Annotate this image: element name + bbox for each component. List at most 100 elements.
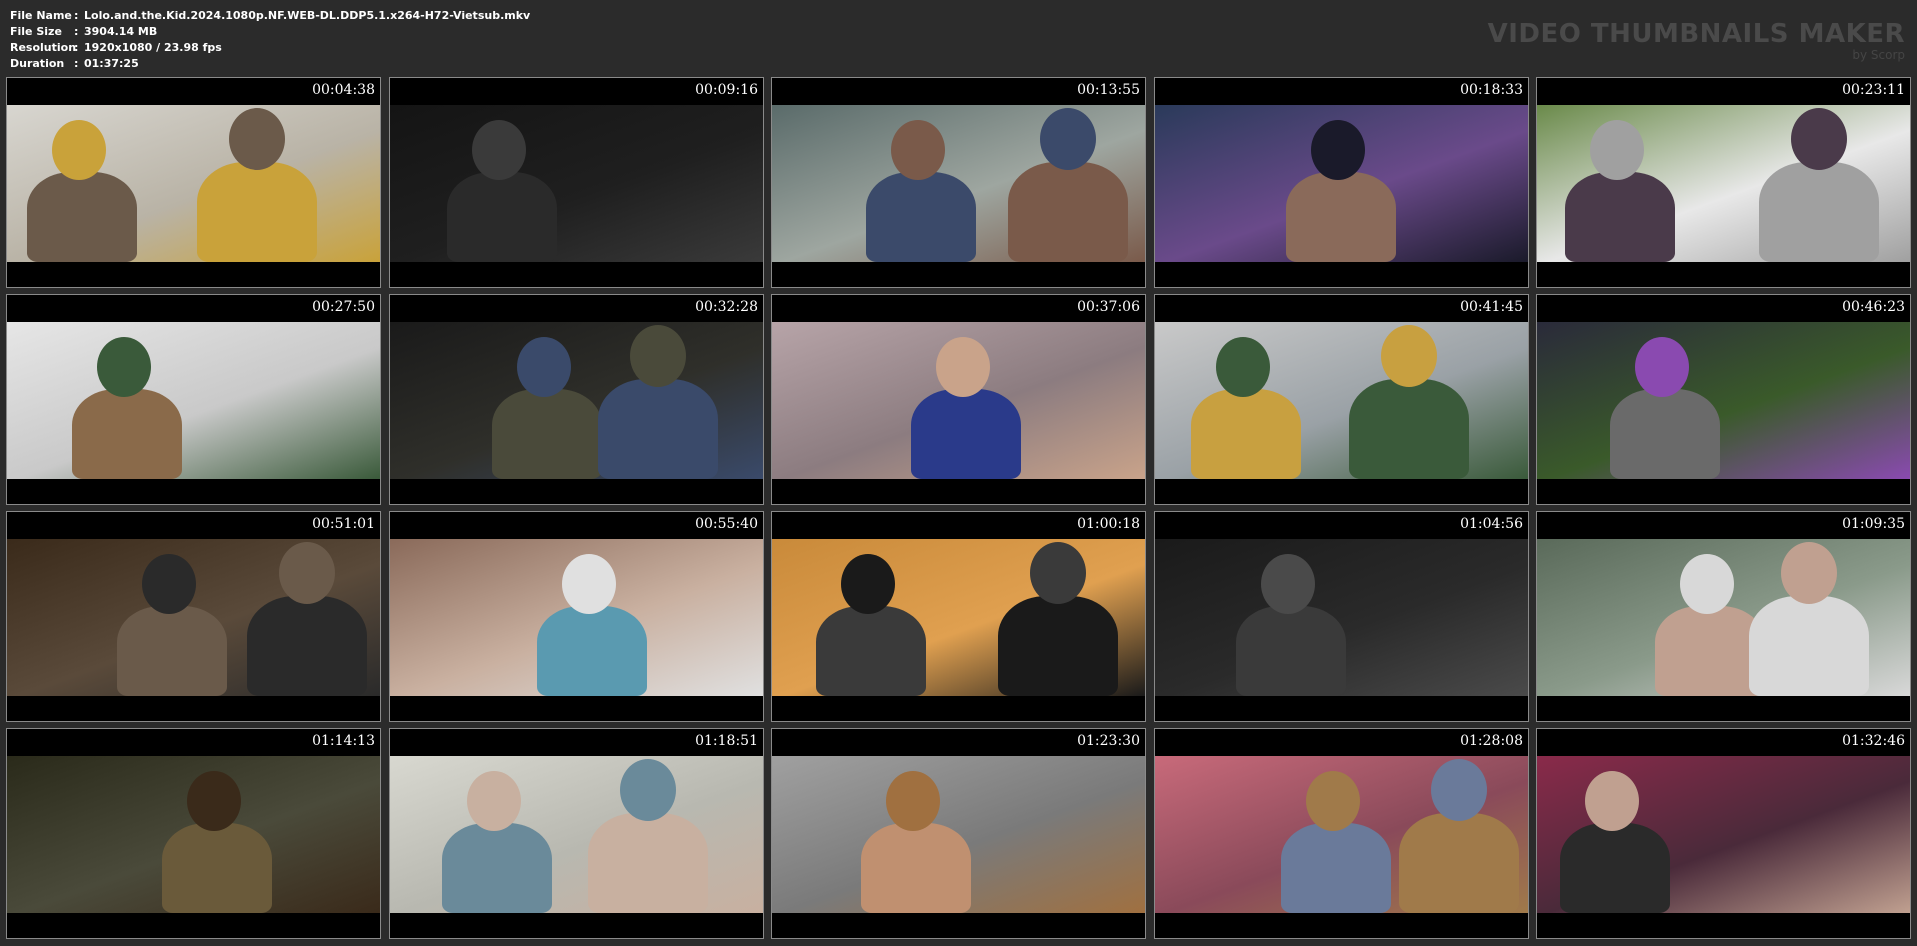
video-frame (772, 539, 1145, 696)
frame-subject-head (1381, 325, 1437, 387)
video-frame (1155, 756, 1528, 913)
frame-subject-head (1791, 108, 1847, 170)
video-frame (1537, 756, 1910, 913)
video-frame (1155, 539, 1528, 696)
frame-subject-head (467, 771, 521, 831)
frame-subject (117, 606, 227, 696)
frame-subject-head (891, 120, 945, 180)
info-key: Resolution (10, 41, 77, 54)
thumbnail-iron-gate[interactable]: 01:14:13 (6, 728, 381, 939)
thumbnail-hotel-bed[interactable]: 00:55:40 (389, 511, 764, 722)
thumbnail-riverside[interactable]: 00:41:45 (1154, 294, 1529, 505)
frame-subject (998, 596, 1118, 696)
info-separator: : (74, 25, 79, 38)
thumbnail-dark-interior[interactable]: 01:04:56 (1154, 511, 1529, 722)
frame-subject (197, 162, 317, 262)
brand-subtitle: by Scorp (1852, 48, 1905, 62)
info-key: File Name (10, 9, 72, 22)
frame-subject (1236, 606, 1346, 696)
thumbnail-dark-doorway[interactable]: 00:09:16 (389, 77, 764, 288)
frame-subject-head (1261, 554, 1315, 614)
thumbnail-karaoke[interactable]: 00:18:33 (1154, 77, 1529, 288)
thumbnail-white-sofa[interactable]: 00:27:50 (6, 294, 381, 505)
info-separator: : (74, 9, 79, 22)
thumbnail-close-up[interactable]: 01:23:30 (771, 728, 1146, 939)
thumbnail-office-conversation[interactable]: 00:04:38 (6, 77, 381, 288)
timestamp-label: 00:37:06 (1077, 299, 1140, 315)
file-info-block: File Name: Lolo.and.the.Kid.2024.1080p.NF… (10, 8, 530, 72)
info-value: 1920x1080 / 23.98 fps (84, 41, 222, 54)
frame-subject-head (1030, 542, 1086, 604)
frame-subject (1286, 172, 1396, 262)
frame-subject (816, 606, 926, 696)
frame-subject (447, 172, 557, 262)
frame-subject-head (279, 542, 335, 604)
frame-subject-head (1680, 554, 1734, 614)
frame-subject-head (1431, 759, 1487, 821)
timestamp-label: 00:51:01 (312, 516, 375, 532)
info-key: File Size (10, 25, 62, 38)
brand-title: VIDEO THUMBNAILS MAKER (1487, 19, 1905, 49)
video-frame (7, 322, 380, 479)
frame-subject-head (841, 554, 895, 614)
info-value: Lolo.and.the.Kid.2024.1080p.NF.WEB-DL.DD… (84, 9, 531, 22)
video-frame (1537, 322, 1910, 479)
thumbnail-kitchen-talk[interactable]: 00:37:06 (771, 294, 1146, 505)
timestamp-label: 01:00:18 (1077, 516, 1140, 532)
frame-subject-head (1781, 542, 1837, 604)
frame-subject-head (1311, 120, 1365, 180)
frame-subject-head (187, 771, 241, 831)
frame-subject-head (1585, 771, 1639, 831)
frame-subject-head (936, 337, 990, 397)
video-frame (772, 322, 1145, 479)
frame-subject (1008, 162, 1128, 262)
frame-subject-head (229, 108, 285, 170)
thumbnail-night-alley[interactable]: 00:32:28 (389, 294, 764, 505)
frame-subject-head (562, 554, 616, 614)
thumbnail-night-tree[interactable]: 00:46:23 (1536, 294, 1911, 505)
frame-subject-head (886, 771, 940, 831)
frame-subject (861, 823, 971, 913)
timestamp-label: 00:46:23 (1842, 299, 1905, 315)
frame-subject (27, 172, 137, 262)
timestamp-label: 01:14:13 (312, 733, 375, 749)
frame-subject-head (1306, 771, 1360, 831)
info-value: 3904.14 MB (84, 25, 158, 38)
thumbnail-street-walk[interactable]: 00:13:55 (771, 77, 1146, 288)
info-separator: : (74, 41, 79, 54)
timestamp-label: 00:27:50 (312, 299, 375, 315)
thumbnail-crowd-camera[interactable]: 01:32:46 (1536, 728, 1911, 939)
video-frame (7, 756, 380, 913)
frame-subject-head (1590, 120, 1644, 180)
timestamp-label: 01:18:51 (695, 733, 758, 749)
thumbnail-couple[interactable]: 01:09:35 (1536, 511, 1911, 722)
thumbnail-cinema-seats[interactable]: 01:28:08 (1154, 728, 1529, 939)
video-frame (390, 322, 763, 479)
timestamp-label: 00:13:55 (1077, 82, 1140, 98)
timestamp-label: 00:09:16 (695, 82, 758, 98)
video-frame (1537, 539, 1910, 696)
timestamp-label: 00:23:11 (1842, 82, 1905, 98)
thumbnail-dark-room[interactable]: 00:51:01 (6, 511, 381, 722)
frame-subject (1759, 162, 1879, 262)
frame-subject (1560, 823, 1670, 913)
frame-subject (492, 389, 602, 479)
thumbnail-garden-gate[interactable]: 00:23:11 (1536, 77, 1911, 288)
thumbnail-sunset-beach[interactable]: 01:00:18 (771, 511, 1146, 722)
frame-subject (598, 379, 718, 479)
frame-subject-head (630, 325, 686, 387)
frame-subject (866, 172, 976, 262)
frame-subject-head (97, 337, 151, 397)
video-frame (772, 756, 1145, 913)
frame-subject-head (142, 554, 196, 614)
timestamp-label: 01:23:30 (1077, 733, 1140, 749)
frame-subject-head (52, 120, 106, 180)
frame-subject (588, 813, 708, 913)
thumbnail-white-arch[interactable]: 01:18:51 (389, 728, 764, 939)
frame-subject (537, 606, 647, 696)
video-frame (390, 756, 763, 913)
video-frame (7, 539, 380, 696)
video-frame (772, 105, 1145, 262)
thumbnail-grid: 00:04:38 00:09:16 00:13:55 00:18:33 00:23:11… (6, 77, 1911, 941)
info-key: Duration (10, 57, 65, 70)
